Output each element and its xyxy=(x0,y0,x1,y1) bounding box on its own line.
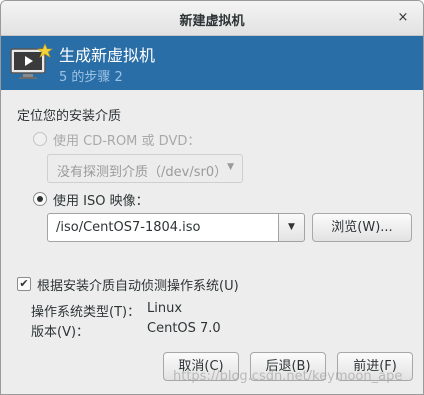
close-icon[interactable]: × xyxy=(393,8,413,28)
cdrom-radio[interactable] xyxy=(33,132,47,146)
watermark: https://blog.csdn.net/keymoon_ape xyxy=(173,369,403,384)
cdrom-radio-label: 使用 CD-ROM 或 DVD： xyxy=(53,134,201,149)
wizard-step-indicator: 5 的步骤 2 xyxy=(59,70,123,85)
os-type-value: Linux xyxy=(147,301,183,316)
chevron-down-icon: ▼ xyxy=(288,222,295,232)
title-bar: 新建虚拟机 × xyxy=(1,1,423,36)
iso-history-dropdown-button[interactable]: ▼ xyxy=(278,213,305,242)
cdrom-device-combo[interactable]: 没有探测到介质（/dev/sr0） ▼ xyxy=(47,154,243,183)
install-media-section-label: 定位您的安装介质 xyxy=(17,109,122,124)
window-title: 新建虚拟机 xyxy=(179,14,245,29)
version-value: CentOS 7.0 xyxy=(147,321,221,336)
iso-radio[interactable] xyxy=(33,192,47,206)
new-vm-dialog: 新建虚拟机 × 生成新虚拟机 5 的步骤 2 定位您的安装介质 使用 CD-RO… xyxy=(0,0,424,395)
cdrom-device-value: 没有探测到介质（/dev/sr0） xyxy=(57,165,228,180)
iso-path-input[interactable]: /iso/CentOS7-1804.iso xyxy=(47,213,279,242)
iso-radio-label: 使用 ISO 映像： xyxy=(53,194,149,209)
auto-detect-checkbox[interactable]: ✔ xyxy=(17,277,31,291)
monitor-new-icon xyxy=(10,43,53,79)
iso-path-value: /iso/CentOS7-1804.iso xyxy=(56,220,201,235)
chevron-down-icon: ▼ xyxy=(227,162,234,172)
auto-detect-label: 根据安装介质自动侦测操作系统(U) xyxy=(37,279,239,294)
browse-button[interactable]: 浏览(W)... xyxy=(312,213,412,242)
wizard-header: 生成新虚拟机 5 的步骤 2 xyxy=(1,36,423,90)
version-label: 版本(V)： xyxy=(31,325,90,340)
os-type-label: 操作系统类型(T)： xyxy=(31,305,141,320)
wizard-title: 生成新虚拟机 xyxy=(59,46,156,65)
